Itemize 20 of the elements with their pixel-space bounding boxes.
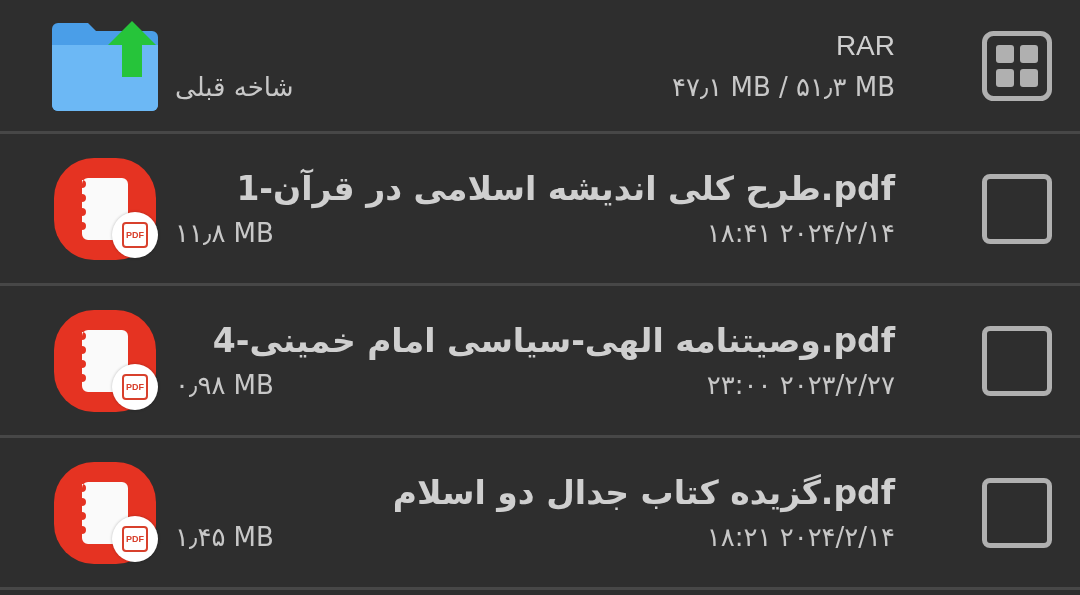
file-name[interactable]: طرح کلی اندیشه اسلامی در قرآن-1.pdf — [175, 169, 895, 208]
file-date: ۲۳:۰۰ ۲۰۲۳/۲/۲۷ — [706, 370, 895, 400]
file-date: ۱۸:۲۱ ۲۰۲۴/۲/۱۴ — [706, 522, 895, 552]
file-size: ۱۱٫۸ MB — [175, 218, 274, 248]
pdf-file-icon: PDF — [52, 155, 158, 262]
pdf-file-icon: PDF — [52, 307, 158, 414]
pdf-file-icon: PDF — [52, 459, 158, 566]
file-date: ۱۸:۴۱ ۲۰۲۴/۲/۱۴ — [706, 218, 895, 248]
select-checkbox[interactable] — [982, 173, 1052, 244]
grid-view-button[interactable] — [982, 30, 1052, 101]
select-checkbox[interactable] — [982, 325, 1052, 396]
file-name[interactable]: گزیده کتاب جدال دو اسلام.pdf — [175, 473, 895, 512]
parent-folder-link[interactable]: شاخه قبلی — [175, 71, 294, 102]
archive-type: RAR — [835, 29, 895, 62]
file-size: ۰٫۹۸ MB — [175, 370, 274, 400]
file-size: ۱٫۴۵ MB — [175, 522, 274, 552]
select-checkbox[interactable] — [982, 477, 1052, 548]
folder-upload-icon — [52, 20, 158, 111]
archive-size: ۴۷٫۱ MB / ۵۱٫۳ MB — [671, 71, 895, 102]
file-name[interactable]: وصیتنامه الهی-سیاسی امام خمینی-4.pdf — [175, 321, 895, 360]
